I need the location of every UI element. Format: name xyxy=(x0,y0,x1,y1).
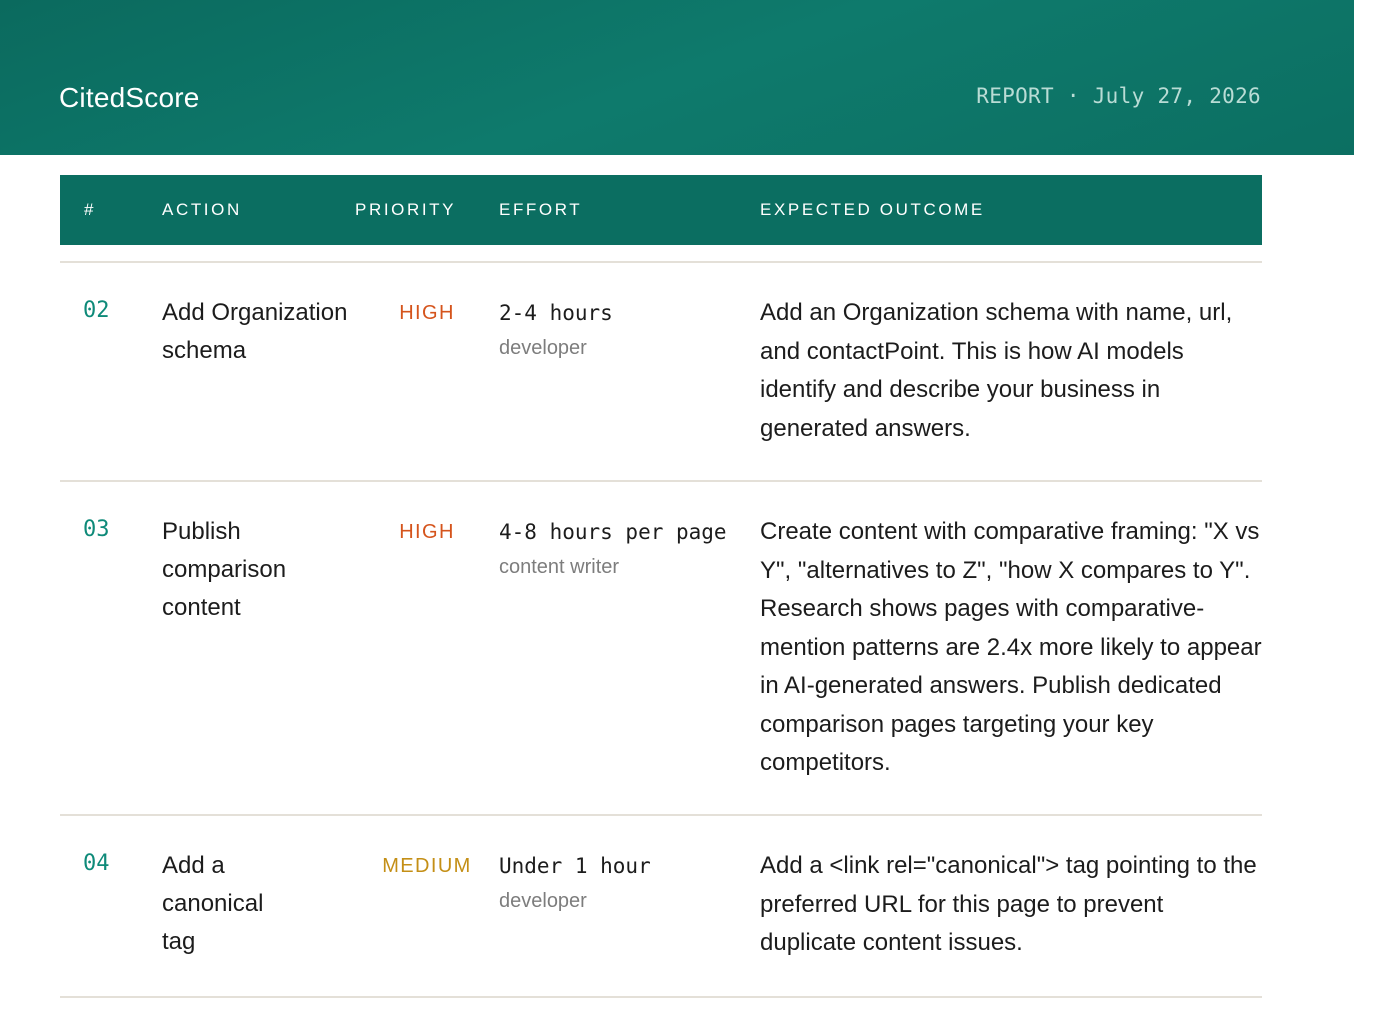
table-row: 02 Add Organization schema HIGH 2-4 hour… xyxy=(60,263,1262,482)
row-number: 04 xyxy=(83,851,110,876)
report-date: REPORT · July 27, 2026 xyxy=(976,84,1261,108)
effort-time: 4-8 hours per page xyxy=(499,520,727,544)
brand-name: CitedScore xyxy=(59,82,200,113)
effort-role: content writer xyxy=(499,556,620,578)
column-header-effort: EFFORT xyxy=(499,200,583,219)
expected-outcome: Add an Organization schema with name, ur… xyxy=(760,299,1233,442)
action-title: Publish comparison content xyxy=(162,518,287,621)
table-row: 03 Publish comparison content HIGH 4-8 h… xyxy=(60,482,1262,816)
priority-badge: MEDIUM xyxy=(382,855,472,877)
priority-badge: HIGH xyxy=(399,521,455,543)
effort-time: Under 1 hour xyxy=(499,854,651,878)
expected-outcome: Add a <link rel="canonical"> tag pointin… xyxy=(760,852,1257,956)
action-title: Add a canonical tag xyxy=(162,852,264,955)
effort-role: developer xyxy=(499,337,587,359)
action-plan-table: # ACTION PRIORITY EFFORT EXPECTED OUTCOM… xyxy=(60,175,1262,998)
column-header-priority: PRIORITY xyxy=(355,200,457,219)
column-header-action: ACTION xyxy=(162,200,242,219)
effort-role: developer xyxy=(499,890,587,912)
column-header-number: # xyxy=(84,200,97,219)
effort-cell: 4-8 hours per page content writer xyxy=(499,517,760,579)
table-header: # ACTION PRIORITY EFFORT EXPECTED OUTCOM… xyxy=(60,175,1262,245)
priority-badge: HIGH xyxy=(399,302,455,324)
table-row: 04 Add a canonical tag MEDIUM Under 1 ho… xyxy=(60,816,1262,998)
report-header-banner: CitedScore REPORT · July 27, 2026 xyxy=(0,0,1354,155)
effort-cell: 2-4 hours developer xyxy=(499,298,760,360)
row-number: 03 xyxy=(83,517,110,542)
action-title: Add Organization schema xyxy=(162,299,348,364)
table-divider xyxy=(60,245,1262,263)
column-header-outcome: EXPECTED OUTCOME xyxy=(760,200,985,219)
effort-time: 2-4 hours xyxy=(499,301,613,325)
row-number: 02 xyxy=(83,298,110,323)
effort-cell: Under 1 hour developer xyxy=(499,851,760,913)
expected-outcome: Create content with comparative framing:… xyxy=(760,518,1262,776)
